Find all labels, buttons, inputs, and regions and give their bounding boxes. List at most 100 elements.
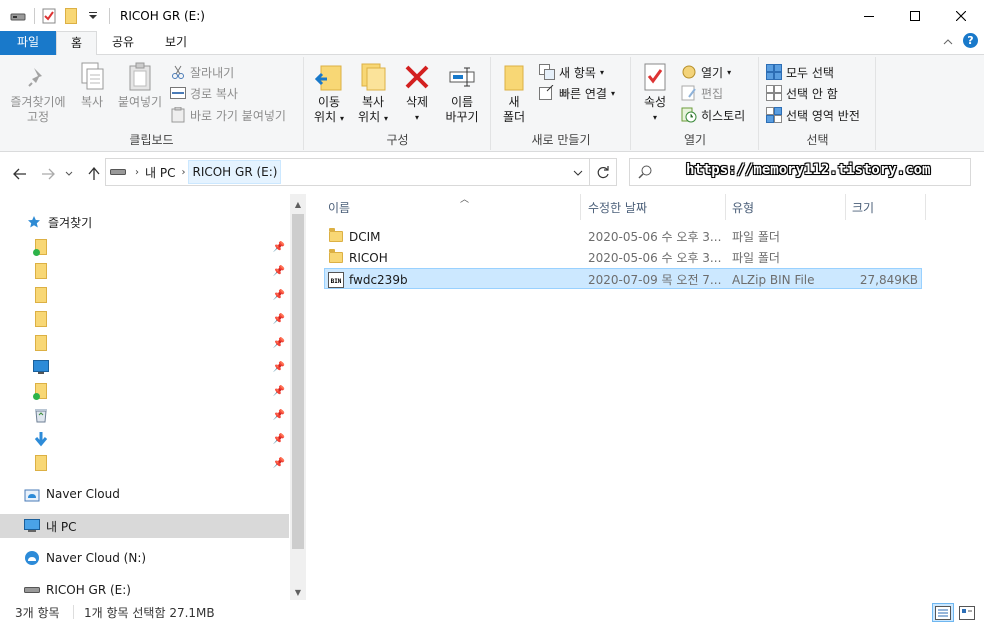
nav-pinned-item[interactable]: 📌	[0, 307, 289, 331]
up-button[interactable]	[84, 164, 104, 184]
chevron-down-icon[interactable]	[573, 165, 583, 179]
new-folder-icon[interactable]	[63, 7, 79, 24]
table-row[interactable]: DCIM 2020-05-06 수 오후 3... 파일 폴더	[324, 226, 922, 247]
pin-icon[interactable]: 📌	[273, 410, 285, 421]
close-button[interactable]	[938, 0, 984, 31]
open-button[interactable]: 열기 ▾	[681, 62, 731, 82]
nav-naver-cloud[interactable]: Naver Cloud	[0, 482, 289, 506]
chevron-down-icon: ▾	[652, 113, 657, 122]
maximize-button[interactable]	[892, 0, 938, 31]
pin-icon[interactable]: 📌	[273, 242, 285, 253]
collapse-ribbon-icon[interactable]	[943, 34, 953, 48]
pin-icon[interactable]: 📌	[273, 458, 285, 469]
item-count: 3개 항목	[15, 605, 60, 620]
nav-scrollbar-thumb[interactable]	[292, 214, 304, 549]
scroll-up-icon[interactable]: ▲	[290, 196, 306, 212]
pin-icon[interactable]: 📌	[273, 314, 285, 325]
nav-pinned-item[interactable]: 📌	[0, 379, 289, 403]
nav-pinned-item[interactable]: 📌	[0, 403, 289, 427]
address-bar[interactable]: › 내 PC › RICOH GR (E:)	[105, 158, 590, 186]
chevron-down-icon: ▾	[414, 113, 419, 122]
table-row[interactable]: RICOH 2020-05-06 수 오후 3... 파일 폴더	[324, 247, 922, 268]
new-item-button[interactable]: 새 항목 ▾	[539, 62, 604, 82]
file-name: fwdc239b	[349, 272, 408, 287]
large-icons-view-button[interactable]	[956, 603, 978, 622]
nav-naver-cloud-drive[interactable]: Naver Cloud (N:)	[0, 546, 289, 570]
history-button[interactable]: 히스토리	[681, 105, 745, 125]
pin-icon[interactable]: 📌	[273, 386, 285, 397]
nav-pinned-item[interactable]: 📌	[0, 427, 289, 451]
breadcrumb-separator[interactable]: ›	[135, 167, 139, 178]
chevron-down-icon: ▾	[727, 67, 732, 77]
scroll-down-icon[interactable]: ▼	[290, 584, 306, 600]
invert-selection-button[interactable]: 선택 영역 반전	[766, 105, 860, 125]
nav-quick-access[interactable]: 즐겨찾기	[0, 210, 289, 234]
nav-pinned-item[interactable]: 📌	[0, 235, 289, 259]
nav-pinned-item[interactable]: 📌	[0, 451, 289, 475]
nav-pinned-item[interactable]: 📌	[0, 283, 289, 307]
recycle-bin-icon	[33, 407, 49, 423]
back-button[interactable]	[10, 164, 30, 184]
recent-locations-button[interactable]	[62, 164, 76, 184]
forward-button[interactable]	[38, 164, 58, 184]
column-header-type[interactable]: 유형	[726, 194, 846, 220]
select-all-icon	[766, 64, 782, 80]
column-header-name[interactable]: 이름 ︿	[322, 194, 581, 220]
history-icon	[681, 107, 697, 123]
details-view-button[interactable]	[932, 603, 954, 622]
properties-icon[interactable]	[41, 8, 57, 24]
select-none-button[interactable]: 선택 안 함	[766, 83, 838, 103]
svg-text:BIN: BIN	[331, 278, 342, 285]
tab-share[interactable]: 공유	[103, 31, 143, 55]
help-icon[interactable]: ?	[963, 33, 978, 48]
nav-ricoh-drive[interactable]: RICOH GR (E:)	[0, 578, 289, 600]
file-type: ALZip BIN File	[732, 272, 815, 287]
pin-icon[interactable]: 📌	[273, 266, 285, 277]
open-group: 속성 ▾ 열기 ▾ 편집 히스토리 열기	[632, 57, 759, 150]
pin-to-quick-access-button[interactable]: 즐겨찾기에 고정	[6, 61, 70, 125]
organize-label: 구성	[386, 133, 409, 147]
delete-button[interactable]: 삭제 ▾	[399, 61, 435, 125]
file-size	[852, 247, 918, 268]
edit-button[interactable]: 편집	[681, 83, 723, 103]
minimize-button[interactable]	[846, 0, 892, 31]
copy-button[interactable]: 복사	[74, 61, 110, 110]
rename-button[interactable]: 이름 바꾸기	[441, 61, 483, 125]
move-to-button[interactable]: 이동 위치 ▾	[309, 61, 349, 126]
breadcrumb-current[interactable]: RICOH GR (E:)	[188, 160, 282, 184]
tab-file[interactable]: 파일	[0, 31, 56, 55]
file-modified: 2020-07-09 목 오전 7...	[588, 273, 722, 287]
new-item-icon	[539, 64, 555, 80]
copy-path-button[interactable]: 경로 복사	[170, 83, 238, 103]
new-group: 새 폴더 새 항목 ▾ 빠른 연결 ▾ 새로 만들기	[492, 57, 631, 150]
nav-pinned-item[interactable]: 📌	[0, 259, 289, 283]
table-row-selected[interactable]: BIN fwdc239b 2020-07-09 목 오전 7... ALZip …	[324, 268, 922, 289]
nav-pinned-item[interactable]: 📌	[0, 355, 289, 379]
refresh-button[interactable]	[589, 158, 617, 186]
file-size	[852, 226, 918, 247]
copy-to-button[interactable]: 복사 위치 ▾	[353, 61, 393, 126]
select-label: 선택	[806, 133, 829, 147]
cloud-drive-icon	[24, 550, 40, 566]
column-header-size[interactable]: 크기	[846, 194, 926, 220]
nav-this-pc[interactable]: 내 PC	[0, 514, 289, 538]
easy-access-button[interactable]: 빠른 연결 ▾	[539, 83, 615, 103]
tab-view[interactable]: 보기	[155, 31, 197, 55]
new-folder-button[interactable]: 새 폴더	[498, 61, 530, 125]
pin-icon[interactable]: 📌	[273, 338, 285, 349]
chevron-down-icon[interactable]	[85, 8, 101, 24]
pin-icon[interactable]: 📌	[273, 362, 285, 373]
pin-icon[interactable]: 📌	[273, 434, 285, 445]
pin-label: 즐겨찾기에	[10, 95, 66, 109]
breadcrumb-this-pc[interactable]: 내 PC	[142, 160, 178, 184]
cut-button[interactable]: 잘라내기	[170, 62, 234, 82]
paste-shortcut-button[interactable]: 바로 가기 붙여넣기	[170, 105, 286, 125]
column-header-modified[interactable]: 수정한 날짜	[582, 194, 726, 220]
nav-pinned-item[interactable]: 📌	[0, 331, 289, 355]
breadcrumb-separator[interactable]: ›	[181, 167, 185, 178]
tab-home[interactable]: 홈	[56, 31, 97, 56]
properties-button[interactable]: 속성 ▾	[638, 61, 672, 125]
select-all-button[interactable]: 모두 선택	[766, 62, 834, 82]
paste-button[interactable]: 붙여넣기	[114, 61, 166, 110]
pin-icon[interactable]: 📌	[273, 290, 285, 301]
